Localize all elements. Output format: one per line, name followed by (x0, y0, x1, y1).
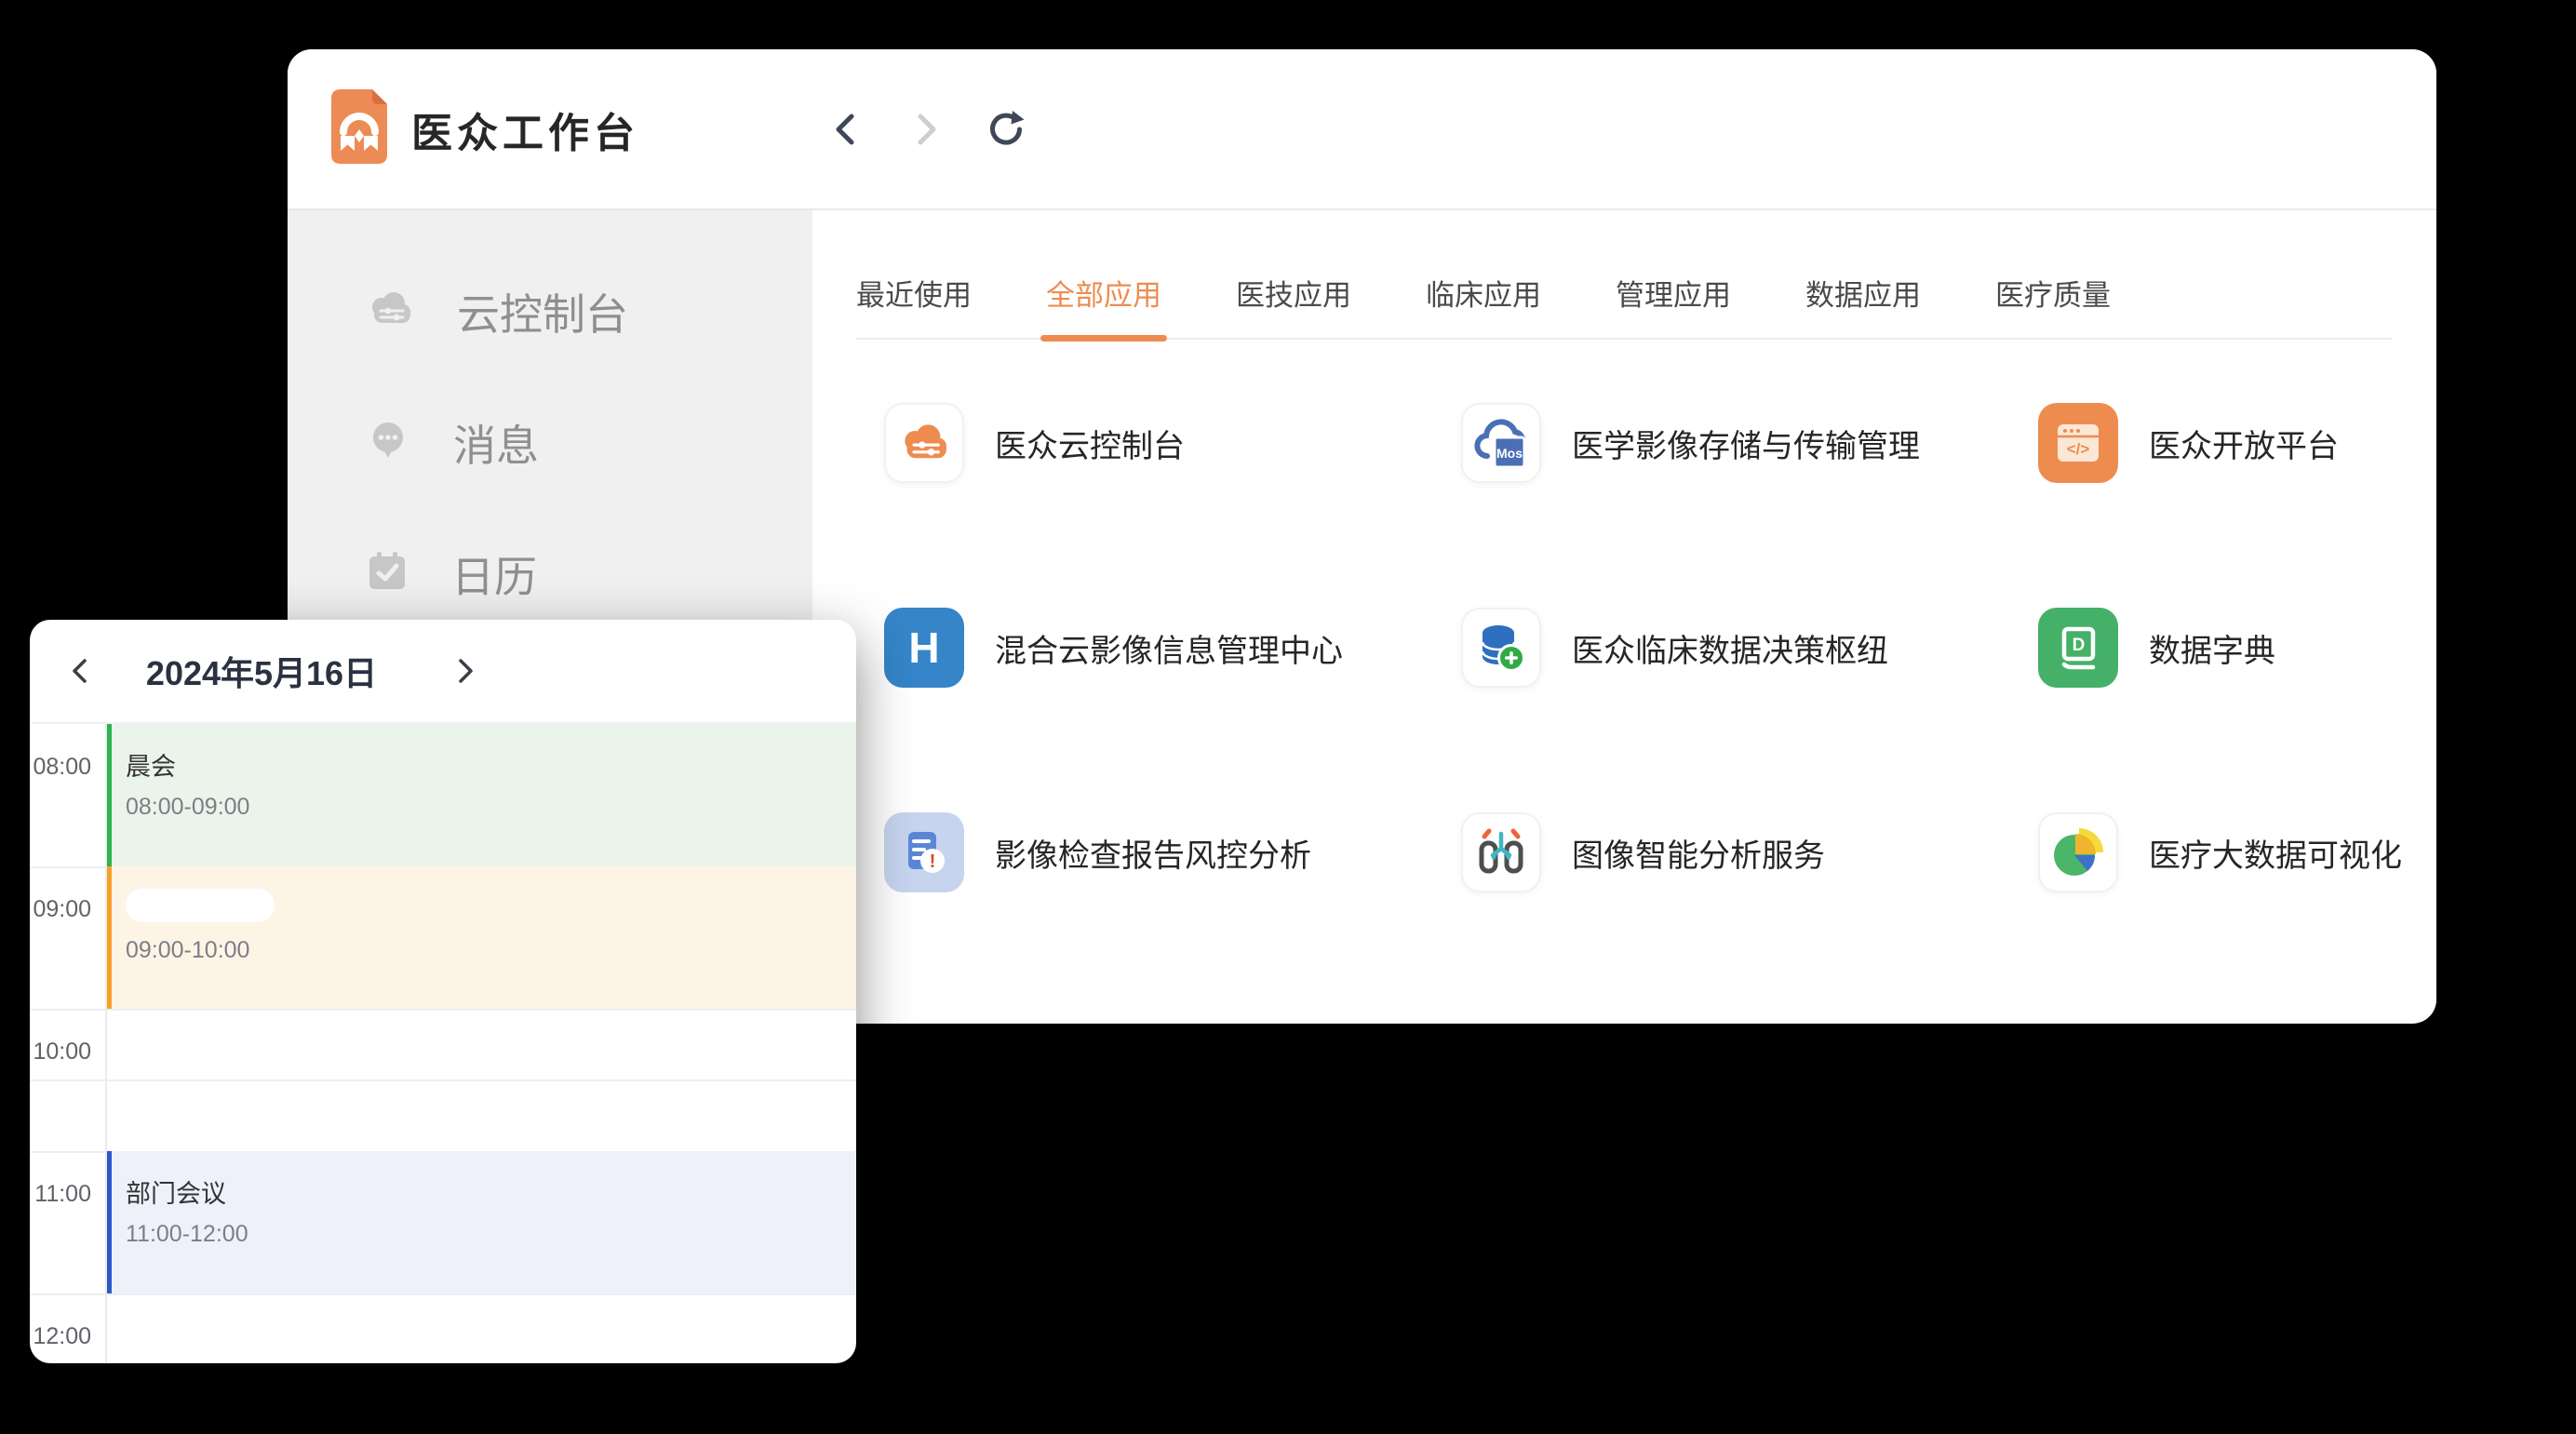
tab-management-apps[interactable]: 管理应用 (1616, 272, 1731, 314)
sidebar-item-messages[interactable]: 消息 (288, 377, 812, 508)
app-label: 图像智能分析服务 (1572, 830, 1825, 876)
app-open-platform[interactable]: </> 医众开放平台 (2038, 403, 2436, 483)
calendar-next-button[interactable] (437, 643, 493, 699)
calendar-panel: 2024年5月16日 08:00 09:00 10:00 11:00 12:00… (30, 620, 856, 1363)
event-time: 08:00-09:00 (126, 794, 856, 821)
event-morning-meeting[interactable]: 晨会 08:00-09:00 (107, 724, 856, 866)
calendar-date: 2024年5月16日 (108, 647, 415, 695)
hour-line (30, 1293, 856, 1295)
tab-data-apps[interactable]: 数据应用 (1805, 272, 1921, 314)
dictionary-book-icon: D (2038, 608, 2118, 688)
event-time: 09:00-10:00 (126, 937, 856, 964)
hour-line (30, 1009, 856, 1011)
app-big-data-visualization[interactable]: 医疗大数据可视化 (2038, 812, 2436, 892)
titlebar: 医众工作台 (288, 49, 2436, 210)
tab-clinical-apps[interactable]: 临床应用 (1426, 272, 1541, 314)
app-image-storage[interactable]: Mos 医学影像存储与传输管理 (1461, 403, 2038, 483)
time-label: 11:00 (30, 1181, 91, 1208)
content-area: 最近使用 全部应用 医技应用 临床应用 管理应用 数据应用 医疗质量 (812, 210, 2436, 1022)
refresh-button[interactable] (986, 109, 1026, 150)
cloud-settings-orange-icon (884, 403, 964, 483)
lungs-icon (1461, 812, 1541, 892)
app-label: 医众开放平台 (2149, 421, 2339, 466)
calendar-check-icon (366, 550, 409, 597)
cloud-settings-icon (366, 288, 414, 335)
app-hybrid-cloud-center[interactable]: H 混合云影像信息管理中心 (884, 608, 1461, 688)
app-label: 数据字典 (2149, 625, 2275, 671)
back-button[interactable] (825, 109, 866, 150)
event-title: 晨会 (126, 746, 856, 783)
sidebar-item-label: 消息 (453, 412, 539, 474)
d-glyph: D (2073, 636, 2086, 655)
mos-badge: Mos (1496, 446, 1523, 461)
forward-button[interactable] (906, 109, 946, 150)
chevron-left-icon (67, 656, 93, 686)
app-clinical-data-hub[interactable]: 医众临床数据决策枢纽 (1461, 608, 2038, 688)
refresh-icon (986, 109, 1026, 150)
sidebar-item-label: 日历 (451, 543, 537, 605)
sidebar-item-cloud-console[interactable]: 云控制台 (288, 246, 812, 377)
sidebar-item-label: 云控制台 (457, 281, 628, 342)
redacted-title-pill (126, 889, 275, 922)
code-window-icon: </> (2038, 403, 2118, 483)
calendar-day-view: 08:00 09:00 10:00 11:00 12:00 晨会 08:00-0… (30, 724, 856, 1363)
time-label: 08:00 (30, 754, 91, 781)
chevron-left-icon (829, 111, 863, 148)
database-plus-icon (1461, 608, 1541, 688)
tab-bar: 最近使用 全部应用 医技应用 临床应用 管理应用 数据应用 医疗质量 (856, 272, 2392, 340)
code-glyph: </> (2067, 440, 2090, 458)
event-untitled[interactable]: 09:00-10:00 (107, 866, 856, 1009)
app-label: 影像检查报告风控分析 (995, 830, 1311, 876)
app-image-ai-analysis[interactable]: 图像智能分析服务 (1461, 812, 2038, 892)
tab-all-apps[interactable]: 全部应用 (1046, 272, 1161, 314)
alert-glyph: ! (930, 851, 936, 872)
time-label: 10:00 (30, 1039, 91, 1065)
app-report-risk-analysis[interactable]: ! 影像检查报告风控分析 (884, 812, 1461, 892)
app-label: 医疗大数据可视化 (2149, 830, 2402, 876)
app-label: 混合云影像信息管理中心 (995, 625, 1343, 671)
app-data-dictionary[interactable]: D 数据字典 (2038, 608, 2436, 688)
chevron-right-icon (452, 656, 478, 686)
report-alert-icon: ! (884, 812, 964, 892)
app-title: 医众工作台 (411, 100, 639, 159)
message-bubble-icon (366, 418, 410, 467)
chevron-right-icon (909, 111, 943, 148)
time-label: 09:00 (30, 896, 91, 923)
owl-document-icon (331, 89, 387, 168)
event-time: 11:00-12:00 (126, 1221, 856, 1248)
letter-h-icon: H (884, 608, 964, 688)
h-glyph: H (908, 623, 939, 673)
tab-medtech-apps[interactable]: 医技应用 (1236, 272, 1351, 314)
pie-chart-icon (2038, 812, 2118, 892)
calendar-prev-button[interactable] (52, 643, 108, 699)
screen: 医众工作台 (0, 0, 2576, 1434)
app-label: 医众临床数据决策枢纽 (1572, 625, 1888, 671)
calendar-header: 2024年5月16日 (30, 620, 856, 724)
tab-quality[interactable]: 医疗质量 (1995, 272, 2111, 314)
app-cloud-console[interactable]: 医众云控制台 (884, 403, 1461, 483)
window-nav (825, 109, 1026, 150)
tab-recent[interactable]: 最近使用 (856, 272, 972, 314)
time-label: 12:00 (30, 1323, 91, 1350)
event-title: 部门会议 (126, 1173, 856, 1210)
event-department-meeting[interactable]: 部门会议 11:00-12:00 (107, 1151, 856, 1293)
cloud-storage-icon: Mos (1461, 403, 1541, 483)
app-label: 医众云控制台 (995, 421, 1185, 466)
app-label: 医学影像存储与传输管理 (1572, 421, 1920, 466)
half-hour-line (30, 1079, 856, 1081)
app-grid: 医众云控制台 Mos 医学影像存储与传输管理 (884, 403, 2436, 1017)
